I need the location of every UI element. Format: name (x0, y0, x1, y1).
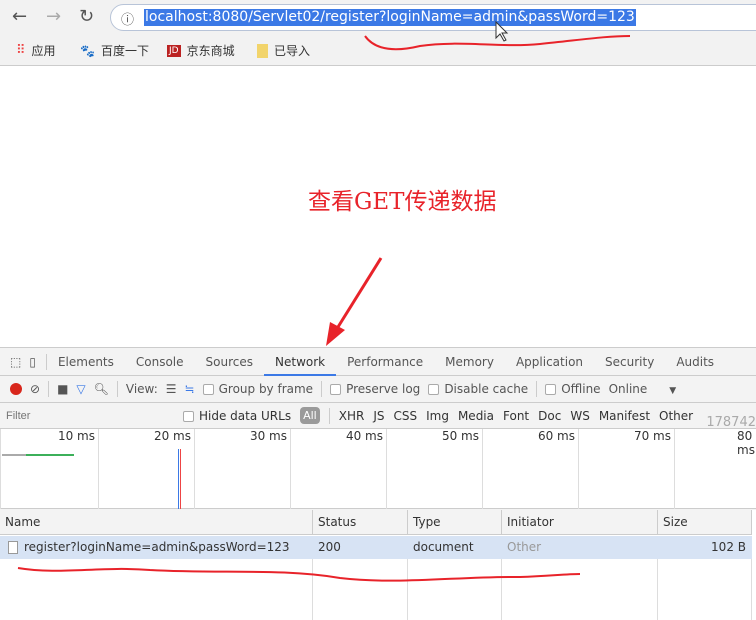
arrow-annotation (331, 257, 383, 336)
underline-scribble (17, 567, 581, 582)
mouse-cursor-icon (495, 20, 509, 42)
underline-scribble (364, 35, 631, 51)
red-annotation-marks (17, 20, 631, 582)
arrow-head-icon (326, 322, 345, 346)
